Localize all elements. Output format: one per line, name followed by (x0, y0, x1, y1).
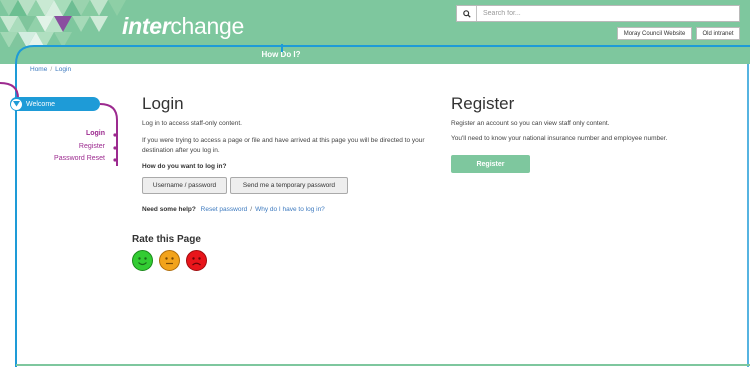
login-intro-text: Log in to access staff-only content. (142, 120, 242, 127)
temporary-password-button[interactable]: Send me a temporary password (230, 177, 348, 194)
help-label: Need some help? (142, 206, 196, 213)
login-method-question: How do you want to log in? (142, 163, 227, 170)
side-nav: Login Register Password Reset (30, 130, 105, 168)
rate-page-title: Rate this Page (132, 234, 201, 245)
sad-face-icon[interactable] (186, 250, 207, 271)
welcome-label: Welcome (26, 100, 56, 108)
breadcrumb: Home / Login (30, 66, 71, 73)
page: interchange Moray Council Website Old in… (0, 0, 750, 367)
chevron-down-icon (11, 98, 22, 110)
register-intro-text: Register an account so you can view staf… (451, 120, 610, 127)
happy-face-icon[interactable] (132, 250, 153, 271)
breadcrumb-current-link[interactable]: Login (55, 66, 71, 73)
side-nav-register[interactable]: Register (30, 143, 105, 156)
side-nav-password-reset[interactable]: Password Reset (30, 155, 105, 168)
reset-password-link[interactable]: Reset password (201, 206, 248, 213)
register-requirements-text: You'll need to know your national insura… (451, 135, 668, 142)
breadcrumb-home-link[interactable]: Home (30, 66, 47, 73)
register-title: Register (451, 94, 515, 113)
breadcrumb-separator: / (50, 66, 53, 73)
help-separator: / (250, 206, 253, 213)
why-login-link[interactable]: Why do I have to log in? (255, 206, 325, 213)
decorative-route-lines (0, 44, 750, 367)
help-line: Need some help? Reset password / Why do I … (142, 206, 325, 213)
neutral-face-icon[interactable] (159, 250, 180, 271)
welcome-menu[interactable]: Welcome (10, 97, 100, 111)
side-nav-login[interactable]: Login (30, 130, 105, 143)
register-button[interactable]: Register (451, 155, 530, 173)
login-title: Login (142, 94, 184, 113)
username-password-button[interactable]: Username / password (142, 177, 227, 194)
login-redirect-text: If you were trying to access a page or f… (142, 137, 425, 154)
